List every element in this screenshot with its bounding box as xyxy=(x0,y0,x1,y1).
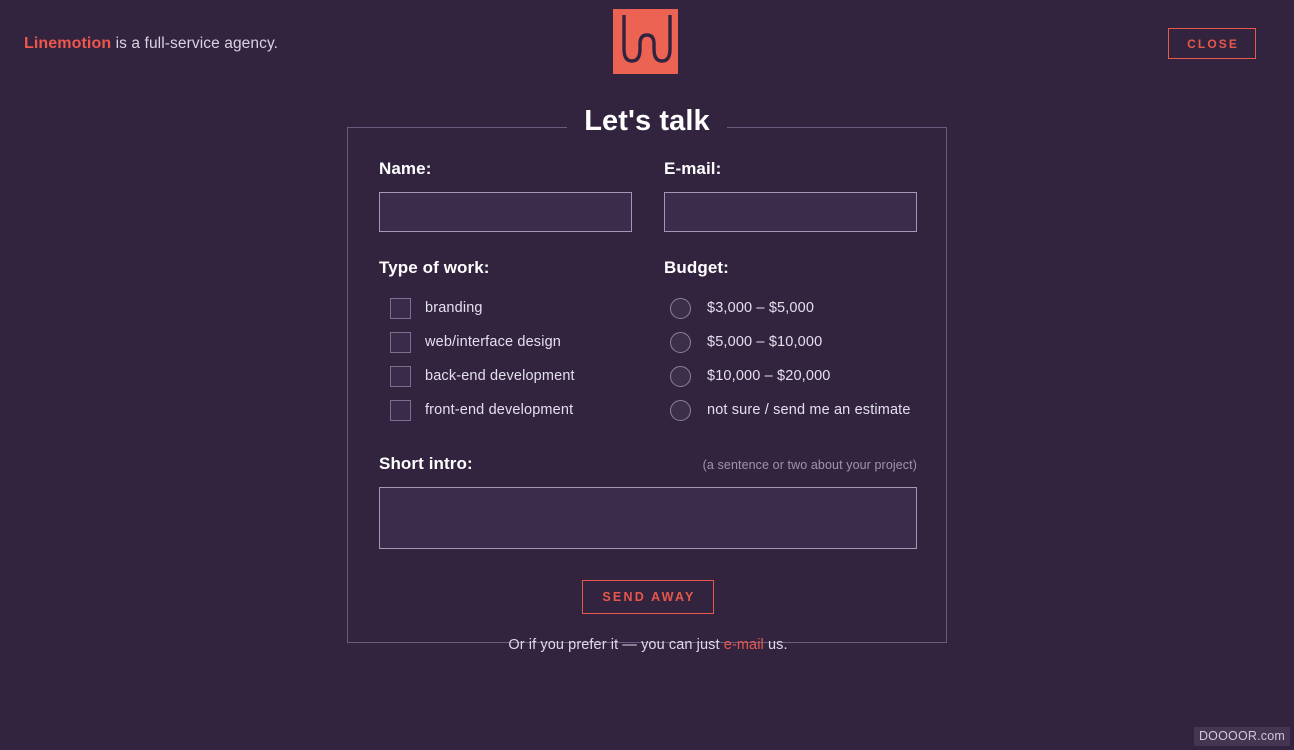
radio-option-not-sure[interactable]: not sure / send me an estimate xyxy=(664,393,917,427)
radio-icon[interactable] xyxy=(670,399,691,421)
option-label: $10,000 – $20,000 xyxy=(707,368,831,384)
name-input[interactable] xyxy=(379,192,632,232)
radio-icon[interactable] xyxy=(670,331,691,353)
panel-title: Let's talk xyxy=(348,105,946,138)
type-of-work-group: Type of work: branding web/interface des… xyxy=(379,258,664,427)
footnote-suffix: us. xyxy=(763,636,788,653)
option-label: $5,000 – $10,000 xyxy=(707,334,823,350)
checkbox-icon[interactable] xyxy=(390,365,411,387)
checkbox-icon[interactable] xyxy=(390,399,411,421)
name-field-group: Name: xyxy=(379,159,664,232)
radio-icon[interactable] xyxy=(670,365,691,387)
type-of-work-options: branding web/interface design back-end d… xyxy=(379,291,664,427)
short-intro-header: Short intro: (a sentence or two about yo… xyxy=(379,454,917,474)
site-tagline: Linemotion is a full-service agency. xyxy=(24,35,278,53)
option-label: web/interface design xyxy=(425,334,561,350)
form-body: Name: E-mail: Type of work: branding web… xyxy=(379,159,917,653)
checkbox-option-front-end-development[interactable]: front-end development xyxy=(379,393,664,427)
type-of-work-label: Type of work: xyxy=(379,258,490,277)
radio-option-3000-5000[interactable]: $3,000 – $5,000 xyxy=(664,291,917,325)
watermark: DOOOOR.com xyxy=(1193,727,1290,746)
radio-icon[interactable] xyxy=(670,297,691,319)
option-label: $3,000 – $5,000 xyxy=(707,300,815,316)
email-label: E-mail: xyxy=(664,159,722,178)
radio-option-10000-20000[interactable]: $10,000 – $20,000 xyxy=(664,359,917,393)
checkbox-icon[interactable] xyxy=(390,331,411,353)
work-budget-row: Type of work: branding web/interface des… xyxy=(379,258,917,427)
send-away-button[interactable]: SEND AWAY xyxy=(582,580,714,614)
footnote-prefix: Or if you prefer it — you can just xyxy=(508,636,724,653)
option-label: branding xyxy=(425,300,483,316)
contact-form-panel: Let's talk Name: E-mail: Type of work: b… xyxy=(347,105,947,653)
footnote: Or if you prefer it — you can just e-mai… xyxy=(379,637,917,653)
radio-option-5000-10000[interactable]: $5,000 – $10,000 xyxy=(664,325,917,359)
option-label: front-end development xyxy=(425,402,574,418)
linemotion-monogram-icon[interactable] xyxy=(613,9,678,74)
email-link[interactable]: e-mail xyxy=(724,637,764,653)
short-intro-label: Short intro: xyxy=(379,454,473,473)
option-label: not sure / send me an estimate xyxy=(707,402,911,418)
close-button[interactable]: CLOSE xyxy=(1168,28,1256,59)
budget-group: Budget: $3,000 – $5,000 $5,000 – $10,000… xyxy=(664,258,917,427)
checkbox-icon[interactable] xyxy=(390,297,411,319)
checkbox-option-back-end-development[interactable]: back-end development xyxy=(379,359,664,393)
name-email-row: Name: E-mail: xyxy=(379,159,917,232)
budget-label: Budget: xyxy=(664,258,729,277)
short-intro-hint: (a sentence or two about your project) xyxy=(702,458,917,472)
submit-row: SEND AWAY xyxy=(379,580,917,614)
checkbox-option-web-interface-design[interactable]: web/interface design xyxy=(379,325,664,359)
checkbox-option-branding[interactable]: branding xyxy=(379,291,664,325)
email-input[interactable] xyxy=(664,192,917,232)
email-field-group: E-mail: xyxy=(664,159,917,232)
top-bar: Linemotion is a full-service agency. CLO… xyxy=(0,0,1294,84)
name-label: Name: xyxy=(379,159,432,178)
budget-options: $3,000 – $5,000 $5,000 – $10,000 $10,000… xyxy=(664,291,917,427)
option-label: back-end development xyxy=(425,368,575,384)
short-intro-textarea[interactable] xyxy=(379,487,917,549)
brand-name: Linemotion xyxy=(24,35,112,52)
page-title: Let's talk xyxy=(567,105,727,137)
tagline-text: is a full-service agency. xyxy=(111,35,279,52)
